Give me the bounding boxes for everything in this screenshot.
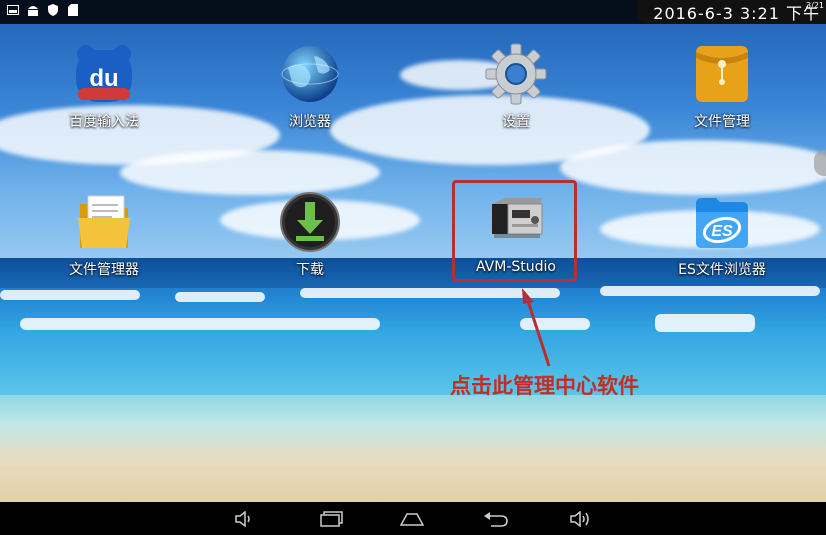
volume-down-icon[interactable]: [230, 508, 258, 530]
annotation-arrow: [522, 288, 551, 367]
back-icon[interactable]: [482, 508, 510, 530]
home-icon[interactable]: [398, 508, 426, 530]
volume-up-icon[interactable]: [566, 508, 594, 530]
annotation-text: 点击此管理中心软件: [450, 373, 639, 398]
recent-apps-icon[interactable]: [318, 508, 346, 530]
android-home-screen: 2016-6-3 3:21 下午 3/21 du 百度输入法 浏览器 设置 文件…: [0, 0, 826, 535]
arrow-head: [522, 288, 534, 304]
navigation-bar: [0, 502, 826, 535]
